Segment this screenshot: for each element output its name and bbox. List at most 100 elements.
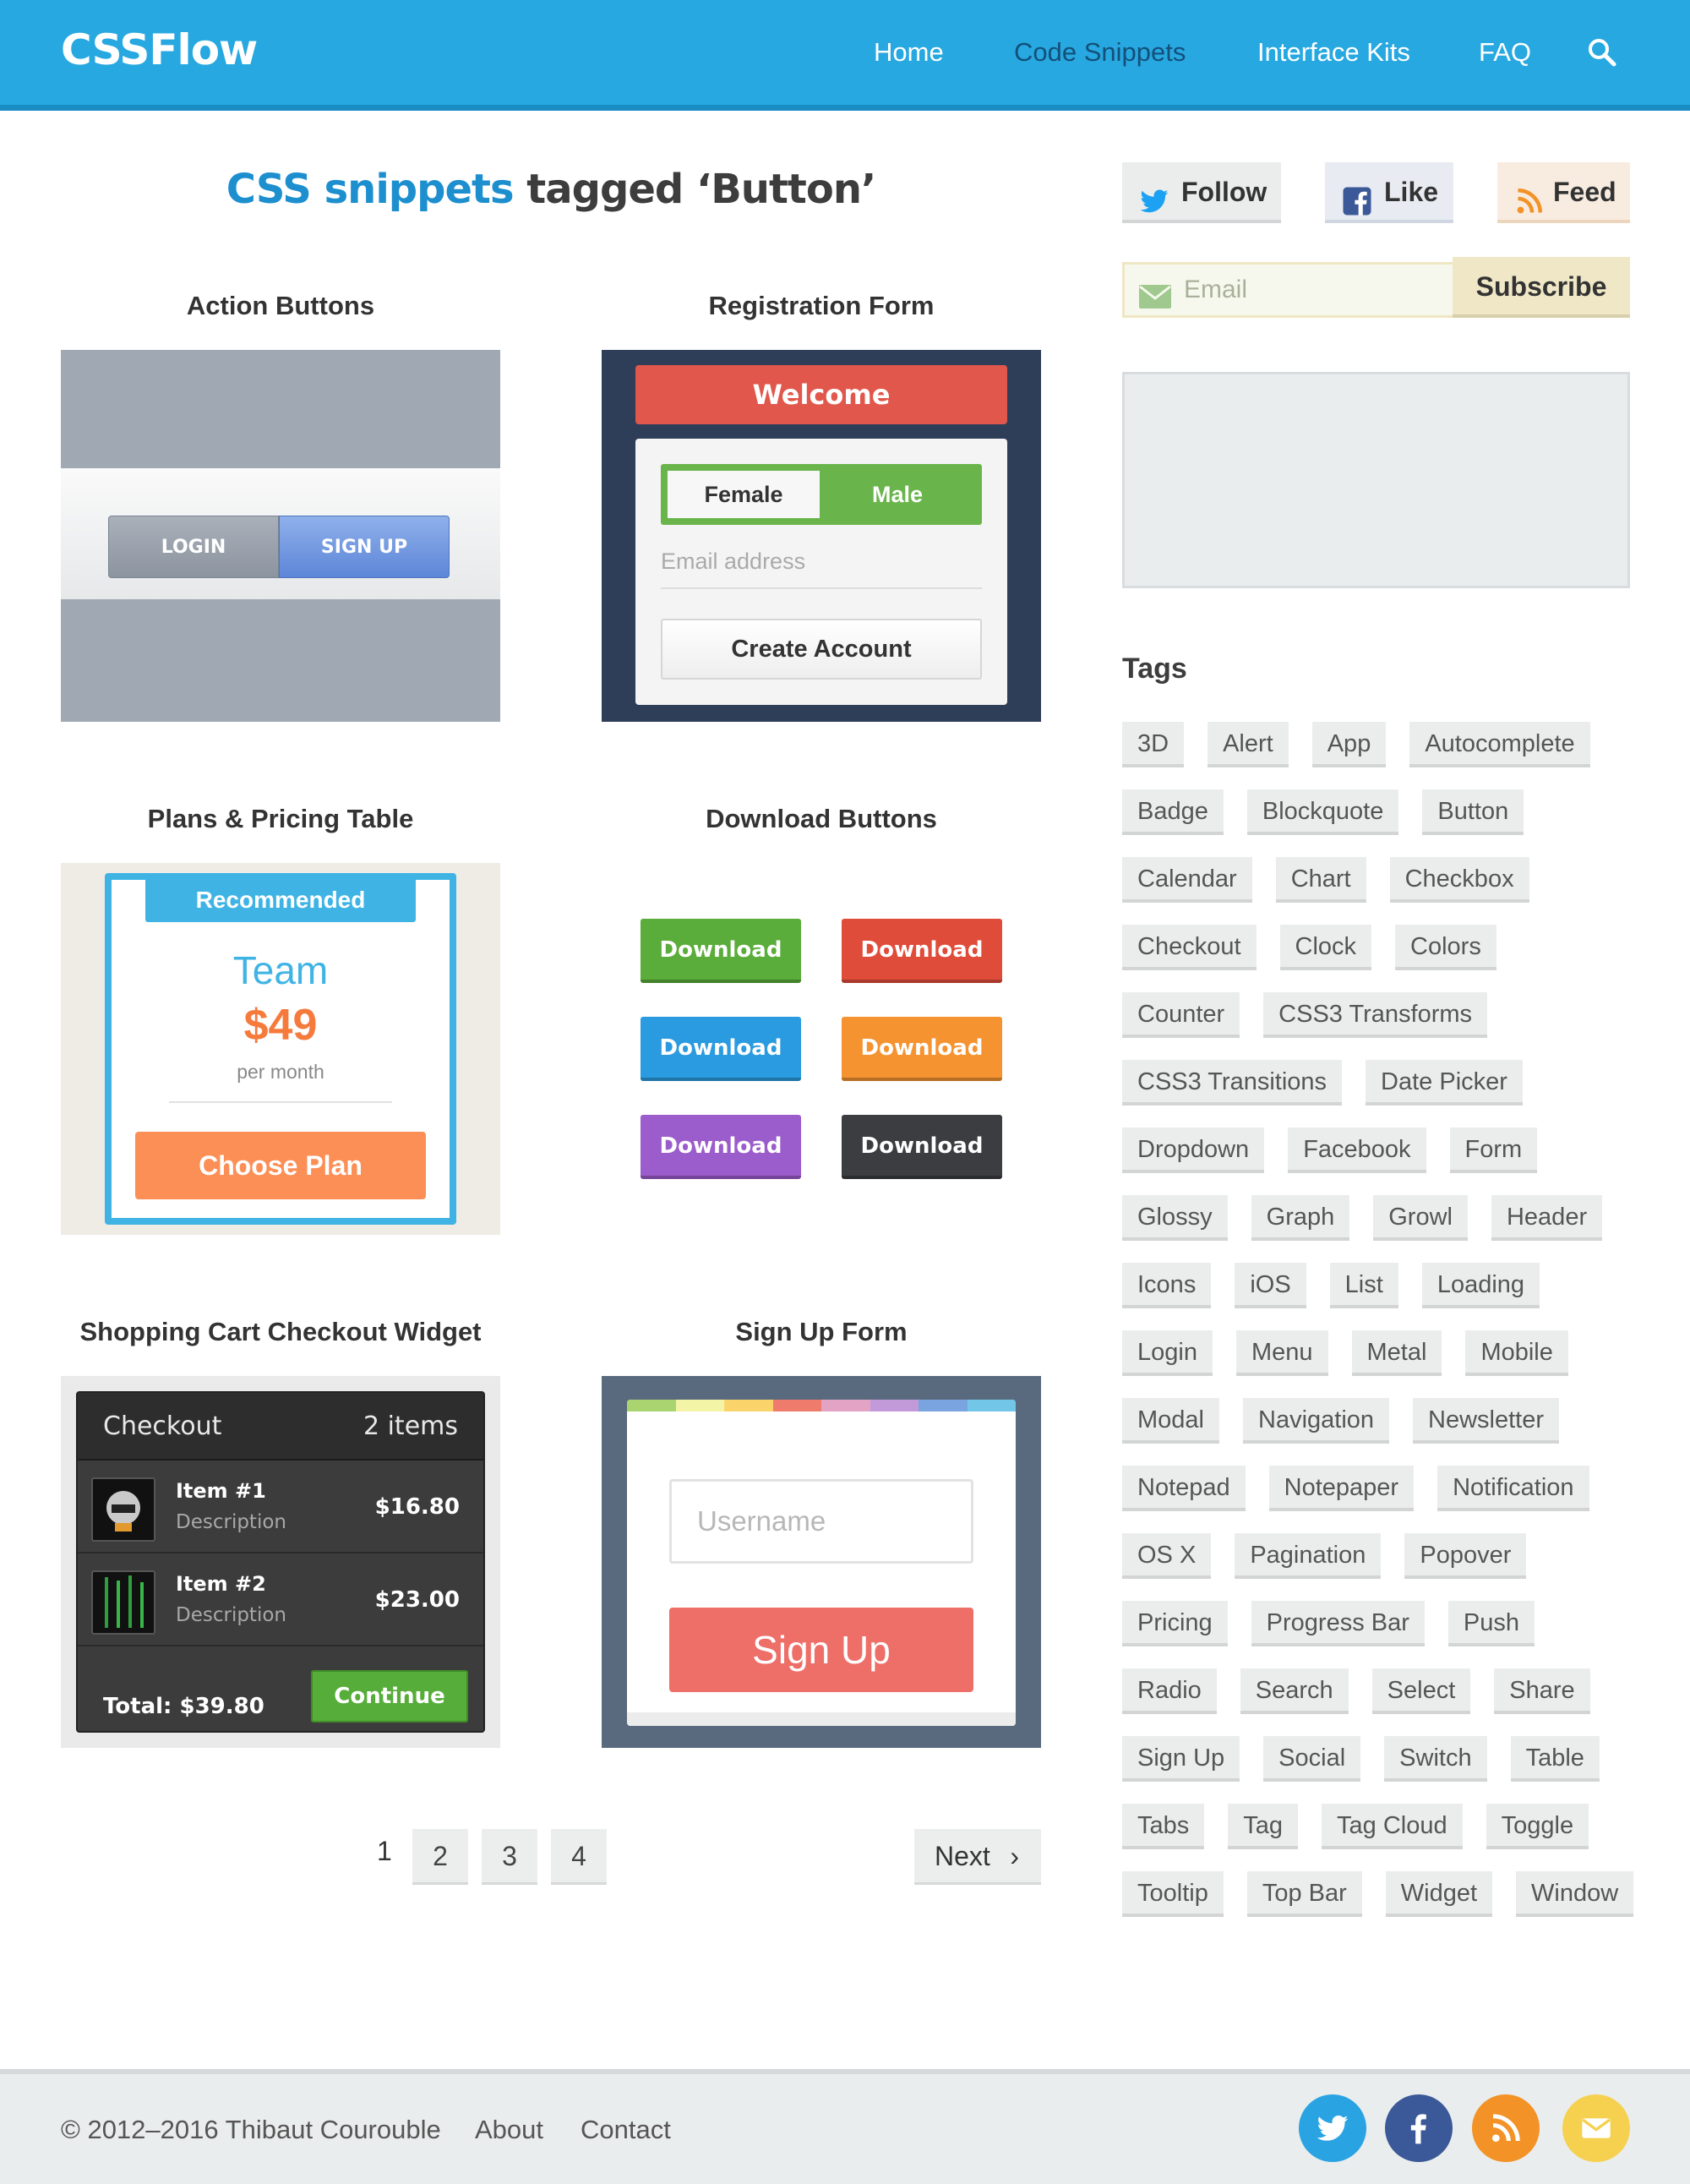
tag-link[interactable]: Switch	[1384, 1736, 1487, 1782]
tag-link[interactable]: Popover	[1404, 1533, 1527, 1579]
like-label: Like	[1384, 177, 1439, 207]
tag-link[interactable]: Date Picker	[1366, 1060, 1523, 1106]
snippet-title-download-buttons[interactable]: Download Buttons	[602, 804, 1041, 834]
site-logo[interactable]: CSSFlow	[61, 25, 258, 74]
tag-link[interactable]: Glossy	[1122, 1195, 1228, 1241]
stripe-segment	[724, 1400, 774, 1411]
nav-interface-kits[interactable]: Interface Kits	[1257, 37, 1410, 68]
tag-link[interactable]: List	[1329, 1263, 1398, 1308]
tag-link[interactable]: 3D	[1122, 722, 1185, 767]
footer-twitter-button[interactable]	[1299, 2094, 1366, 2162]
footer-email-button[interactable]	[1562, 2094, 1630, 2162]
newsletter-email-input[interactable]: Email	[1122, 262, 1453, 318]
page-2-link[interactable]: 2	[412, 1829, 468, 1885]
nav-code-snippets[interactable]: Code Snippets	[1014, 37, 1186, 68]
tag-link[interactable]: Notification	[1437, 1466, 1589, 1511]
tag-link[interactable]: CSS3 Transforms	[1263, 992, 1488, 1038]
tag-link[interactable]: Checkout	[1122, 925, 1257, 970]
thumbnail-registration-form[interactable]: Welcome Female Male Email address Create…	[602, 350, 1041, 722]
tag-link[interactable]: Tag Cloud	[1322, 1804, 1463, 1849]
tag-link[interactable]: OS X	[1122, 1533, 1212, 1579]
tag-link[interactable]: Window	[1516, 1871, 1634, 1917]
tag-link[interactable]: Clock	[1279, 925, 1372, 970]
tag-link[interactable]: Pricing	[1122, 1601, 1228, 1646]
nav-faq[interactable]: FAQ	[1479, 37, 1531, 68]
tag-link[interactable]: Tag	[1228, 1804, 1299, 1849]
tag-link[interactable]: CSS3 Transitions	[1122, 1060, 1343, 1106]
tag-link[interactable]: Navigation	[1243, 1398, 1390, 1444]
tag-link[interactable]: Share	[1494, 1668, 1590, 1714]
tag-link[interactable]: Select	[1371, 1668, 1471, 1714]
page-title: CSS snippets tagged ‘Button’	[61, 166, 1041, 213]
facebook-like-button[interactable]: Like	[1325, 162, 1453, 223]
tag-link[interactable]: Metal	[1351, 1330, 1442, 1376]
tag-link[interactable]: Radio	[1122, 1668, 1217, 1714]
thumbnail-checkout-widget[interactable]: Checkout 2 items Item #1 Description $16…	[61, 1376, 500, 1748]
thumbnail-download-buttons[interactable]: Download Download Download Download Down…	[602, 863, 1041, 1235]
tag-link[interactable]: Social	[1263, 1736, 1361, 1782]
search-icon[interactable]	[1587, 37, 1617, 68]
tag-link[interactable]: Newsletter	[1413, 1398, 1560, 1444]
next-page-button[interactable]: Next ›	[914, 1829, 1041, 1885]
snippet-title-sign-up-form[interactable]: Sign Up Form	[602, 1317, 1041, 1347]
tag-link[interactable]: iOS	[1235, 1263, 1306, 1308]
stripe-segment	[967, 1400, 1016, 1411]
tag-link[interactable]: Widget	[1385, 1871, 1493, 1917]
page-3-link[interactable]: 3	[482, 1829, 537, 1885]
footer-rss-button[interactable]	[1472, 2094, 1540, 2162]
tag-link[interactable]: Facebook	[1288, 1127, 1426, 1173]
tag-link[interactable]: Toggle	[1486, 1804, 1589, 1849]
tag-link[interactable]: Autocomplete	[1409, 722, 1590, 767]
tag-link[interactable]: Calendar	[1122, 857, 1252, 903]
contact-link[interactable]: Contact	[581, 2115, 671, 2145]
tag-link[interactable]: Badge	[1122, 789, 1224, 835]
tag-link[interactable]: Graph	[1251, 1195, 1350, 1241]
tag-link[interactable]: Sign Up	[1122, 1736, 1240, 1782]
snippet-title-checkout-widget[interactable]: Shopping Cart Checkout Widget	[61, 1317, 500, 1347]
tag-link[interactable]: Push	[1447, 1601, 1535, 1646]
tag-link[interactable]: Blockquote	[1246, 789, 1399, 835]
tag-link[interactable]: Table	[1510, 1736, 1600, 1782]
tag-link[interactable]: Alert	[1208, 722, 1289, 767]
tag-link[interactable]: Menu	[1235, 1330, 1328, 1376]
rss-feed-button[interactable]: Feed	[1497, 162, 1630, 223]
sign-up-submit-button: Sign Up	[669, 1608, 973, 1692]
snippet-title-registration-form[interactable]: Registration Form	[602, 291, 1041, 321]
snippet-title-pricing-table[interactable]: Plans & Pricing Table	[61, 804, 500, 834]
checkout-header: Checkout 2 items	[78, 1393, 483, 1461]
thumbnail-sign-up-form[interactable]: Username Sign Up	[602, 1376, 1041, 1748]
tag-link[interactable]: Top Bar	[1246, 1871, 1362, 1917]
tag-link[interactable]: Button	[1422, 789, 1524, 835]
subscribe-button[interactable]: Subscribe	[1453, 257, 1630, 318]
tag-link[interactable]: Icons	[1122, 1263, 1212, 1308]
tag-link[interactable]: Form	[1449, 1127, 1538, 1173]
tag-link[interactable]: Pagination	[1235, 1533, 1382, 1579]
snippet-title-action-buttons[interactable]: Action Buttons	[61, 291, 500, 321]
tag-link[interactable]: Tooltip	[1122, 1871, 1224, 1917]
page-4-link[interactable]: 4	[551, 1829, 607, 1885]
tag-link[interactable]: Modal	[1122, 1398, 1219, 1444]
tag-link[interactable]: Loading	[1421, 1263, 1540, 1308]
tag-link[interactable]: Notepad	[1122, 1466, 1246, 1511]
item-name: Item #1	[176, 1479, 266, 1503]
tag-link[interactable]: Chart	[1275, 857, 1366, 903]
tag-link[interactable]: Checkbox	[1389, 857, 1529, 903]
tag-link[interactable]: Notepaper	[1268, 1466, 1415, 1511]
about-link[interactable]: About	[475, 2115, 543, 2145]
footer-facebook-button[interactable]	[1385, 2094, 1453, 2162]
tag-link[interactable]: Progress Bar	[1251, 1601, 1425, 1646]
twitter-follow-button[interactable]: Follow	[1122, 162, 1281, 223]
tag-link[interactable]: Mobile	[1465, 1330, 1568, 1376]
tag-link[interactable]: Login	[1122, 1330, 1213, 1376]
tag-link[interactable]: Header	[1491, 1195, 1603, 1241]
nav-home[interactable]: Home	[874, 37, 944, 68]
thumbnail-pricing-table[interactable]: Recommended Team $49 per month Choose Pl…	[61, 863, 500, 1235]
tag-link[interactable]: Counter	[1122, 992, 1240, 1038]
thumbnail-action-buttons[interactable]: LOGIN SIGN UP	[61, 350, 500, 722]
tag-link[interactable]: Growl	[1373, 1195, 1468, 1241]
tag-link[interactable]: Search	[1240, 1668, 1349, 1714]
tag-link[interactable]: Dropdown	[1122, 1127, 1265, 1173]
tag-link[interactable]: App	[1311, 722, 1387, 767]
tag-link[interactable]: Colors	[1395, 925, 1496, 970]
tag-link[interactable]: Tabs	[1122, 1804, 1205, 1849]
